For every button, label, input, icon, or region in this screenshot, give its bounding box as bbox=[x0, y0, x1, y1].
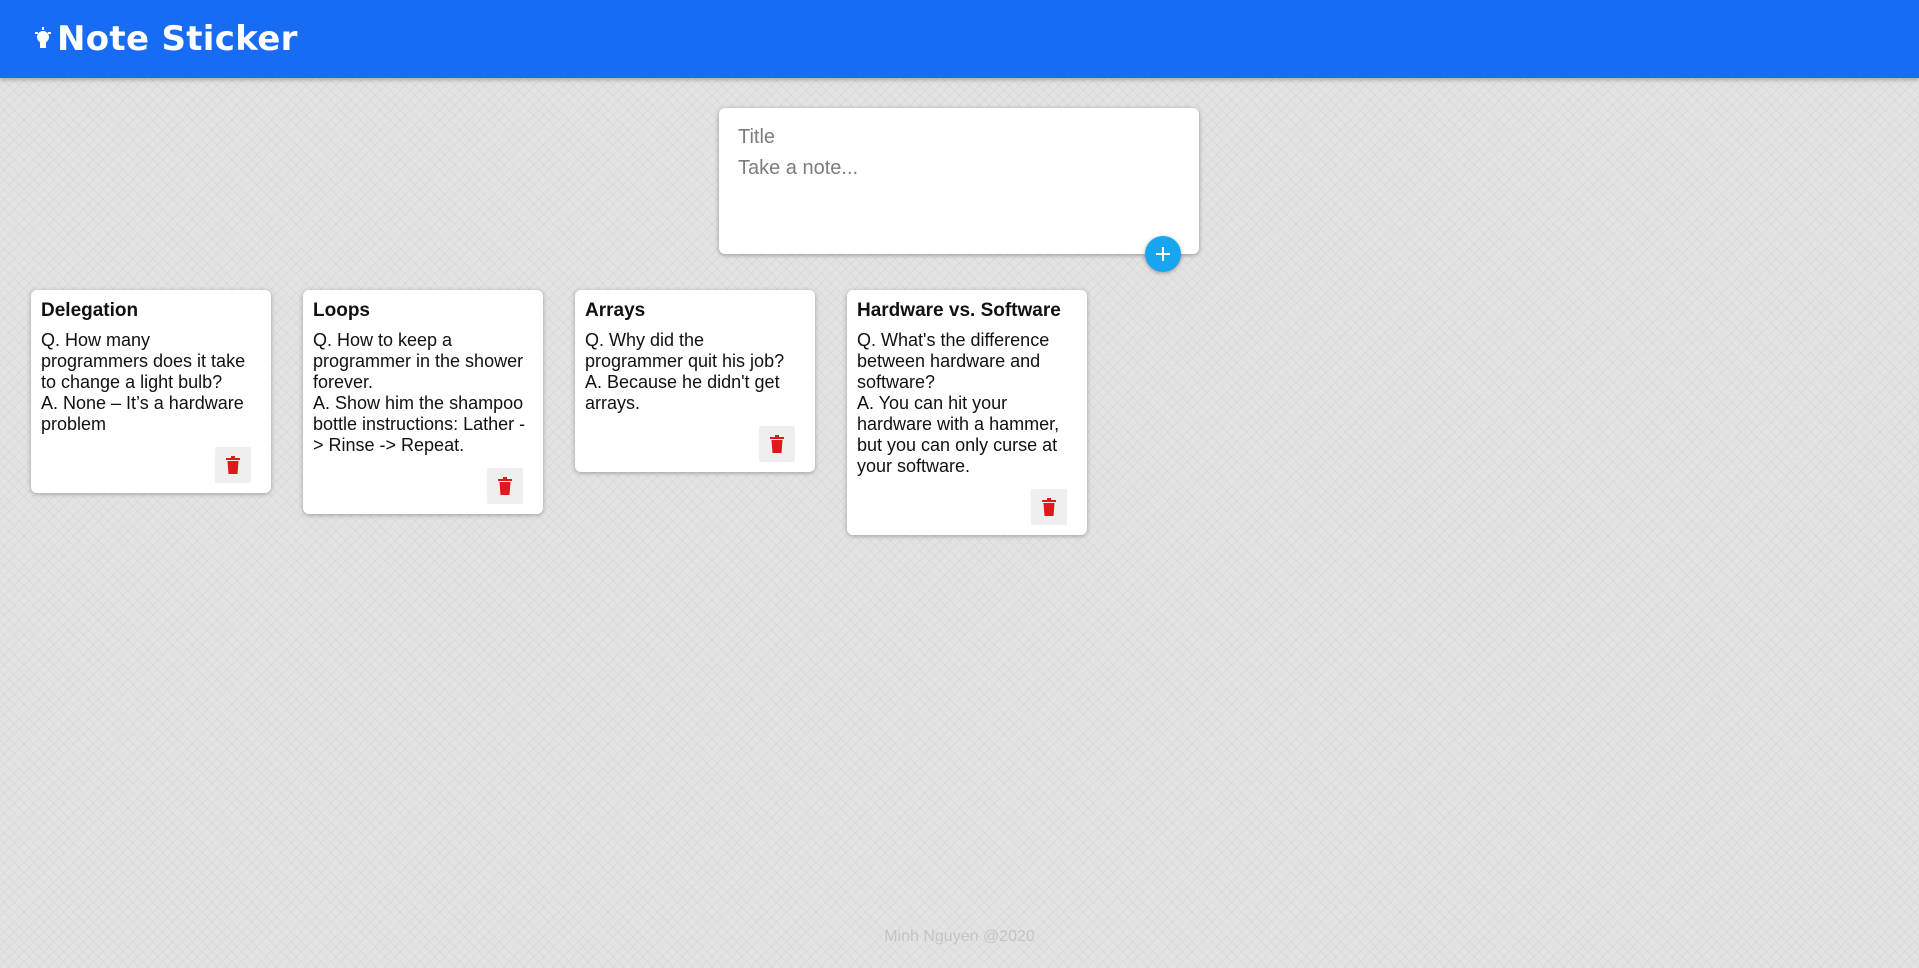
note-title: Loops bbox=[313, 300, 370, 321]
add-note-button[interactable] bbox=[1145, 236, 1181, 272]
footer: Minh Nguyen @2020 bbox=[0, 928, 1919, 946]
trash-icon bbox=[226, 456, 240, 474]
trash-icon bbox=[770, 435, 784, 453]
note-content: Q. What's the difference between hardwar… bbox=[857, 330, 1060, 476]
note-card: Loops Q. How to keep a programmer in the… bbox=[303, 290, 543, 514]
note-title-input[interactable] bbox=[738, 126, 1180, 149]
trash-icon bbox=[1042, 498, 1056, 516]
note-content: Q. How many programmers does it take to … bbox=[41, 330, 246, 434]
note-content: Q. Why did the programmer quit his job? … bbox=[585, 330, 785, 413]
trash-icon bbox=[498, 477, 512, 495]
note-title: Delegation bbox=[41, 300, 139, 321]
delete-note-button[interactable] bbox=[487, 468, 523, 504]
note-content: Q. How to keep a programmer in the showe… bbox=[313, 330, 526, 455]
note-card: Arrays Q. Why did the programmer quit hi… bbox=[575, 290, 815, 472]
lightbulb-icon bbox=[34, 26, 52, 52]
note-title: Arrays bbox=[585, 300, 646, 321]
delete-note-button[interactable] bbox=[215, 447, 251, 483]
note-title: Hardware vs. Software bbox=[857, 300, 1061, 321]
app-header: Note Sticker bbox=[0, 0, 1919, 78]
delete-note-button[interactable] bbox=[759, 426, 795, 462]
note-composer bbox=[719, 108, 1199, 272]
note-content-input[interactable] bbox=[738, 157, 1180, 227]
delete-note-button[interactable] bbox=[1031, 489, 1067, 525]
app-title: Note Sticker bbox=[57, 19, 298, 59]
plus-icon bbox=[1156, 247, 1170, 261]
footer-text: Minh Nguyen @2020 bbox=[884, 928, 1035, 945]
note-card: Delegation Q. How many programmers does … bbox=[31, 290, 271, 493]
note-card: Hardware vs. Software Q. What's the diff… bbox=[847, 290, 1087, 535]
